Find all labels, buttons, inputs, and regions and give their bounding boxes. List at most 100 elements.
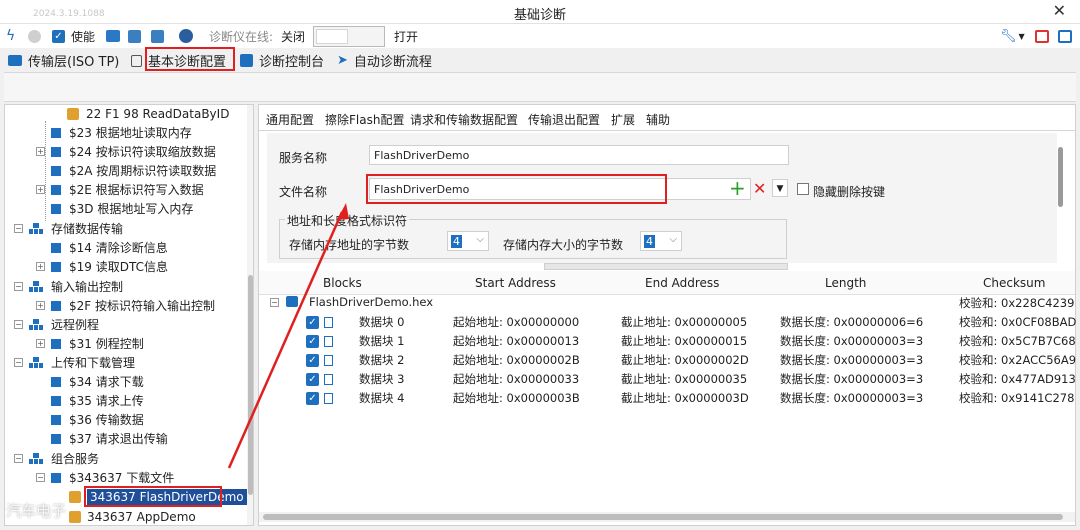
subtab-request-transfer[interactable]: 请求和传输数据配置 <box>410 111 518 128</box>
service-name-input[interactable]: FlashDriverDemo <box>369 145 789 165</box>
status-dot-icon <box>28 27 41 45</box>
tree-item[interactable]: + $19 读取DTC信息 <box>36 257 168 276</box>
expand-icon[interactable]: + <box>36 339 45 348</box>
hide-delete-label: 隐藏删除按键 <box>813 185 886 199</box>
horizontal-scrollbar[interactable] <box>259 512 1075 522</box>
collapse-icon[interactable]: − <box>36 473 45 482</box>
col-length[interactable]: Length <box>825 276 866 290</box>
col-start-address[interactable]: Start Address <box>475 276 556 290</box>
tree-scrollbar[interactable] <box>247 105 253 525</box>
expand-icon[interactable]: + <box>36 301 45 310</box>
tree-item[interactable]: $37 请求退出传输 <box>51 429 168 448</box>
open-folder-icon[interactable] <box>106 27 120 45</box>
off-label: 关闭 <box>281 29 306 44</box>
tree-item[interactable]: $2A 按周期标识符读取数据 <box>51 161 216 180</box>
lightning-icon[interactable]: ϟ <box>6 27 15 45</box>
tree-item[interactable]: $34 请求下载 <box>51 372 144 391</box>
tree-item[interactable]: + $24 按标识符读取缩放数据 <box>36 142 216 161</box>
col-end-address[interactable]: End Address <box>645 276 719 290</box>
window-title: 基础诊断 <box>513 8 566 23</box>
node-icon <box>51 184 61 195</box>
tree-item-label: 组合服务 <box>51 452 100 466</box>
collapse-icon[interactable]: − <box>14 320 23 329</box>
popout-icon[interactable] <box>1058 27 1072 45</box>
tree-item[interactable]: + $2E 根据标识符写入数据 <box>36 180 204 199</box>
tab-diag-console[interactable]: 诊断控制台 <box>240 51 324 70</box>
collapse-icon[interactable]: − <box>270 298 279 307</box>
tab-auto-diag-flow[interactable]: ➤ 自动诊断流程 <box>337 51 432 70</box>
document-icon <box>324 336 333 347</box>
row-checkbox[interactable]: ✓ <box>306 316 319 329</box>
tree-item[interactable]: $23 根据地址读取内存 <box>51 123 192 142</box>
block-name: 数据块 0 <box>359 315 405 329</box>
tree-group[interactable]: − 输入输出控制 <box>14 277 123 296</box>
expand-icon[interactable]: + <box>36 262 45 271</box>
tree-item[interactable]: + $2F 按标识符输入输出控制 <box>36 296 215 315</box>
row-checkbox[interactable]: ✓ <box>306 392 319 405</box>
subtab-extension[interactable]: 扩展 <box>611 111 635 128</box>
scrollbar-thumb[interactable] <box>1058 147 1063 207</box>
col-checksum[interactable]: Checksum <box>983 276 1045 290</box>
block-name: 数据块 2 <box>359 353 405 367</box>
expand-icon[interactable]: + <box>36 147 45 156</box>
layout-icon[interactable] <box>1035 27 1049 45</box>
tree-item[interactable]: 343637 AppDemo <box>69 507 196 525</box>
subtab-general[interactable]: 通用配置 <box>266 111 314 128</box>
tree-item[interactable]: $35 请求上传 <box>51 391 144 410</box>
tree-item[interactable]: $36 传输数据 <box>51 410 144 429</box>
tree-item-label: $31 例程控制 <box>69 337 144 351</box>
form-scrollbar[interactable] <box>1057 143 1065 223</box>
tree-group[interactable]: − 上传和下载管理 <box>14 353 135 372</box>
expand-icon[interactable]: + <box>36 185 45 194</box>
block-name: 数据块 4 <box>359 391 405 405</box>
tree-group[interactable]: − 组合服务 <box>14 449 99 468</box>
collapse-icon[interactable]: − <box>14 358 23 367</box>
tree-item-label: $37 请求退出传输 <box>69 432 168 446</box>
splitter-handle[interactable] <box>544 263 788 270</box>
file-checksum: 校验和: 0x228C4239 <box>959 296 1075 310</box>
collapse-icon[interactable]: − <box>14 454 23 463</box>
subtab-transfer-exit[interactable]: 传输退出配置 <box>528 111 600 128</box>
tree-item[interactable]: $14 清除诊断信息 <box>51 238 168 257</box>
tree-item-label: $24 按标识符读取缩放数据 <box>69 145 216 159</box>
enable-checkbox[interactable]: ✓ 使能 <box>52 27 95 45</box>
checksum: 校验和: 0x9141C278 <box>959 391 1075 405</box>
mem-size-bytes-select[interactable]: 4 ⌵ <box>640 231 682 251</box>
tab-transport-layer[interactable]: 传输层(ISO TP) <box>8 51 119 70</box>
col-blocks[interactable]: Blocks <box>323 276 362 290</box>
row-checkbox[interactable]: ✓ <box>306 373 319 386</box>
chevron-down-icon[interactable]: ▼ <box>772 179 788 197</box>
group-icon <box>29 223 43 234</box>
tree-item-label: 远程例程 <box>51 318 100 332</box>
file-name: FlashDriverDemo.hex <box>309 295 434 309</box>
tree-group[interactable]: − 远程例程 <box>14 315 99 334</box>
diagnostic-config-icon[interactable] <box>179 27 193 45</box>
mem-addr-bytes-select[interactable]: 4 ⌵ <box>447 231 489 251</box>
subtab-auxiliary[interactable]: 辅助 <box>646 111 670 128</box>
save-icon[interactable] <box>128 27 141 45</box>
tree-group[interactable]: − 存储数据传输 <box>14 219 123 238</box>
tree-item-label: 输入输出控制 <box>51 280 124 294</box>
scrollbar-thumb[interactable] <box>263 514 1063 520</box>
toggle-knob[interactable] <box>316 29 348 44</box>
add-icon[interactable]: + <box>729 177 746 199</box>
save-as-icon[interactable] <box>151 27 164 45</box>
highlight-box <box>84 486 222 507</box>
row-checkbox[interactable]: ✓ <box>306 335 319 348</box>
collapse-icon[interactable]: − <box>14 224 23 233</box>
tree-item[interactable]: $3D 根据地址写入内存 <box>51 199 193 218</box>
wrench-icon[interactable]: 🔧︎ ▼ <box>1000 27 1025 45</box>
tree-item[interactable]: 22 F1 98 ReadDataByID <box>67 105 229 123</box>
subtab-erase-flash[interactable]: 擦除Flash配置 <box>325 111 404 128</box>
tree-item[interactable]: + $31 例程控制 <box>36 334 144 353</box>
delete-icon[interactable]: ✕ <box>753 178 766 200</box>
tree-item[interactable]: − $343637 下载文件 <box>36 468 174 487</box>
row-checkbox[interactable]: ✓ <box>306 354 319 367</box>
close-icon[interactable]: ✕ <box>1053 1 1066 20</box>
hide-delete-checkbox[interactable] <box>797 183 809 195</box>
scrollbar-thumb[interactable] <box>248 275 253 495</box>
collapse-icon[interactable]: − <box>14 282 23 291</box>
node-icon <box>51 300 61 311</box>
group-label: 地址和长度格式标识符 <box>285 212 410 229</box>
online-toggle[interactable] <box>313 26 385 47</box>
